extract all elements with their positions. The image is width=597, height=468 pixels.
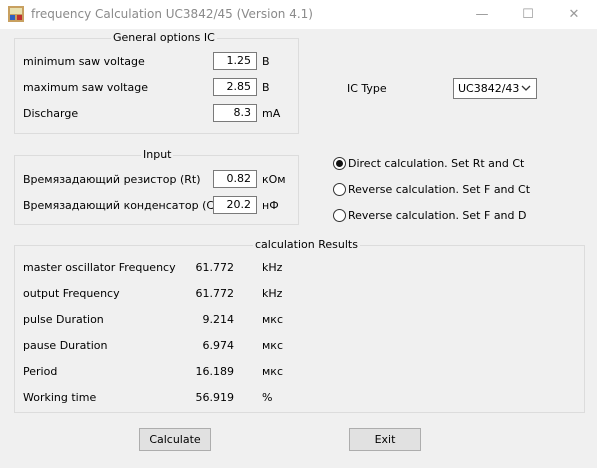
master-frequency-value: 61.772 [195, 261, 235, 274]
max-saw-voltage-label: maximum saw voltage [23, 81, 148, 94]
chevron-down-icon [521, 85, 531, 91]
pause-duration-unit: мкс [262, 339, 283, 352]
minimize-button[interactable]: — [459, 0, 505, 29]
radio-reverse-f-d[interactable] [333, 209, 346, 222]
radio-reverse-f-d-label[interactable]: Reverse calculation. Set F and D [348, 209, 526, 222]
results-title: calculation Results [253, 238, 360, 251]
input-group-title: Input [141, 148, 174, 161]
period-value: 16.189 [195, 365, 235, 378]
pause-duration-label: pause Duration [23, 339, 108, 352]
ct-input[interactable]: 20.2 [213, 196, 257, 214]
pulse-duration-value: 9.214 [202, 313, 235, 326]
rt-input[interactable]: 0.82 [213, 170, 257, 188]
pulse-duration-unit: мкс [262, 313, 283, 326]
master-frequency-label: master oscillator Frequency [23, 261, 176, 274]
min-saw-voltage-unit: В [262, 55, 270, 68]
calculate-button[interactable]: Calculate [139, 428, 211, 451]
discharge-label: Discharge [23, 107, 79, 120]
max-saw-voltage-unit: В [262, 81, 270, 94]
rt-label: Времязадающий резистор (Rt) [23, 173, 201, 186]
working-time-value: 56.919 [195, 391, 235, 404]
app-icon [8, 6, 24, 22]
pulse-duration-label: pulse Duration [23, 313, 104, 326]
ic-type-select[interactable]: UC3842/43 [453, 78, 537, 99]
rt-unit: кОм [262, 173, 286, 186]
pause-duration-value: 6.974 [202, 339, 235, 352]
minimize-icon: — [475, 7, 489, 22]
output-frequency-unit: kHz [262, 287, 283, 300]
radio-reverse-f-ct[interactable] [333, 183, 346, 196]
working-time-label: Working time [23, 391, 97, 404]
maximize-button[interactable]: ☐ [505, 0, 551, 29]
radio-direct-label[interactable]: Direct calculation. Set Rt and Ct [348, 157, 524, 170]
output-frequency-value: 61.772 [195, 287, 235, 300]
window-title: frequency Calculation UC3842/45 (Version… [31, 7, 313, 21]
discharge-unit: mA [262, 107, 281, 120]
max-saw-voltage-input[interactable]: 2.85 [213, 78, 257, 96]
ct-unit: нФ [262, 199, 279, 212]
discharge-input[interactable]: 8.3 [213, 104, 257, 122]
master-frequency-unit: kHz [262, 261, 283, 274]
min-saw-voltage-input[interactable]: 1.25 [213, 52, 257, 70]
maximize-icon: ☐ [522, 7, 534, 22]
radio-reverse-f-ct-label[interactable]: Reverse calculation. Set F and Ct [348, 183, 530, 196]
ic-type-value: UC3842/43 [458, 82, 520, 95]
radio-direct[interactable] [333, 157, 346, 170]
ic-type-label: IC Type [347, 82, 387, 95]
min-saw-voltage-label: minimum saw voltage [23, 55, 145, 68]
period-unit: мкс [262, 365, 283, 378]
close-button[interactable]: ✕ [551, 0, 597, 29]
working-time-unit: % [262, 391, 273, 404]
title-bar: frequency Calculation UC3842/45 (Version… [0, 0, 597, 29]
output-frequency-label: output Frequency [23, 287, 120, 300]
period-label: Period [23, 365, 58, 378]
close-icon: ✕ [568, 7, 580, 22]
ct-label: Времязадающий конденсатор (Ct) [23, 199, 223, 212]
input-group: Input [14, 148, 299, 225]
exit-button[interactable]: Exit [349, 428, 421, 451]
general-options-title: General options IC [111, 31, 217, 44]
